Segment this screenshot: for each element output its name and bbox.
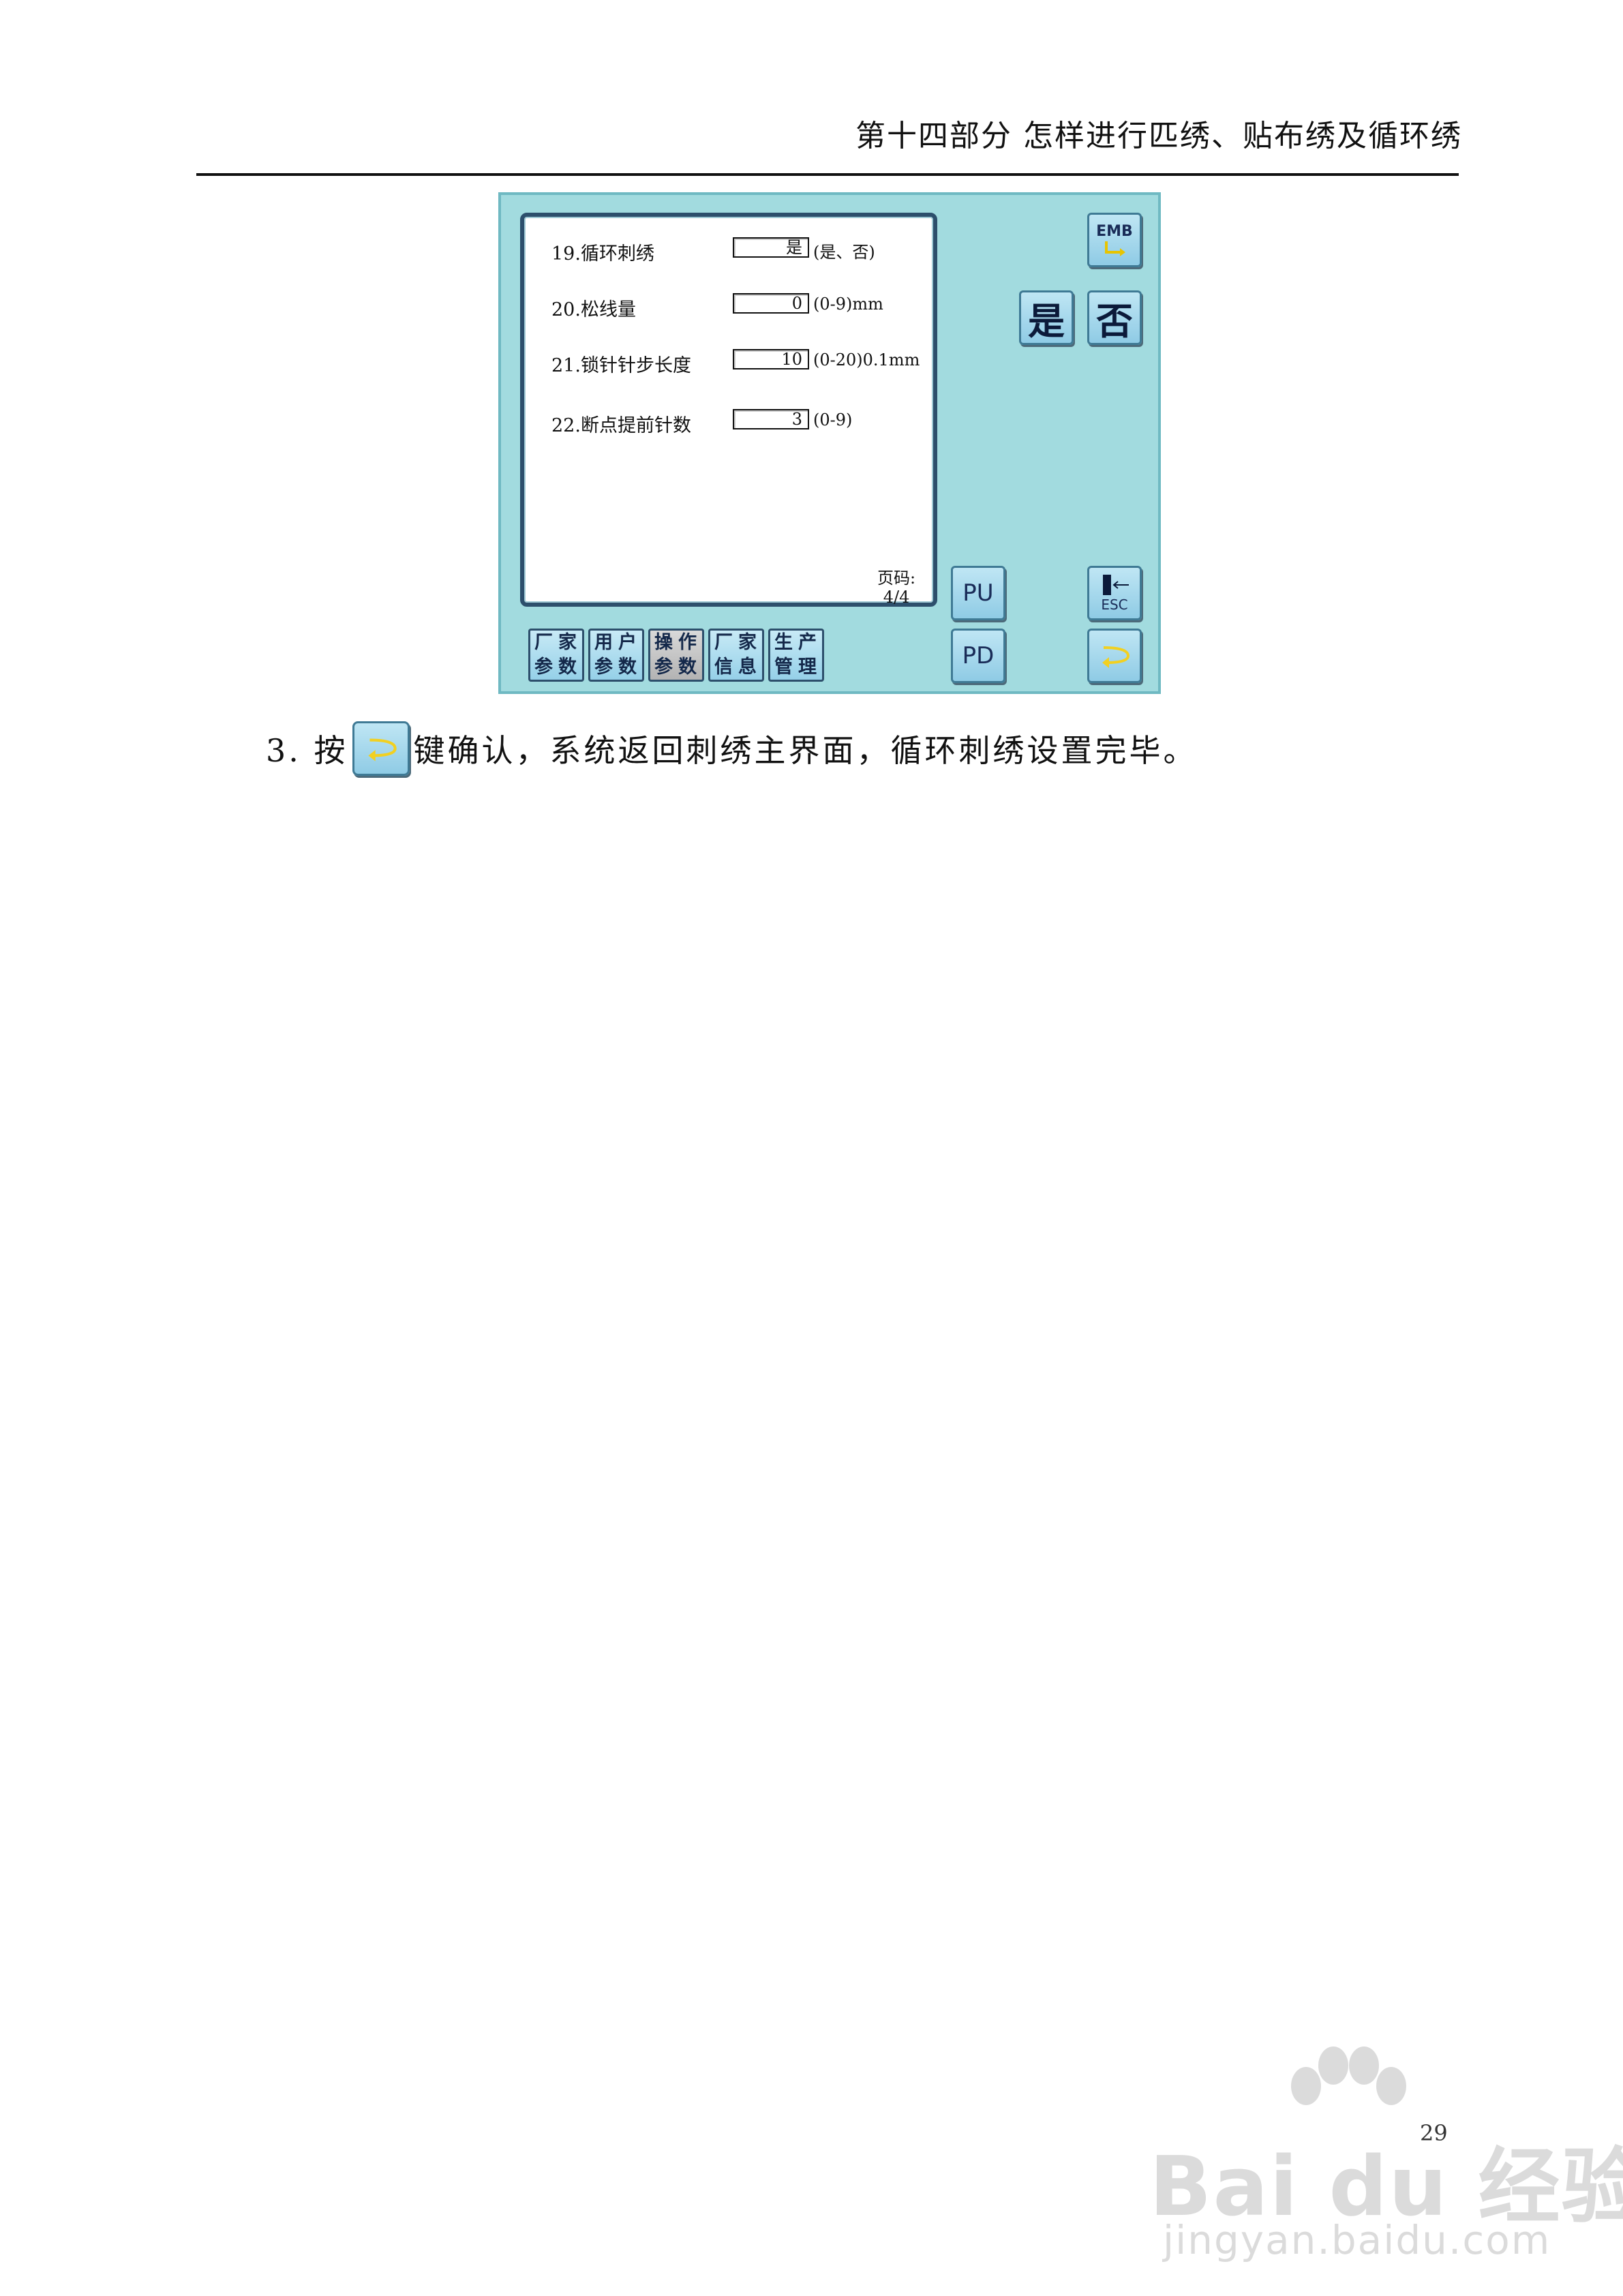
enter-arrow-icon — [367, 738, 397, 761]
tab-production-management[interactable]: 生产 管理 — [768, 629, 824, 682]
instruction-suffix: 键确认，系统返回刺绣主界面，循环刺绣设置完毕。 — [413, 732, 1198, 769]
tab-label: 厂家 — [534, 632, 582, 653]
emb-label: EMB — [1096, 222, 1133, 240]
tab-operation-params[interactable]: 操作 参数 — [648, 629, 704, 682]
esc-label: ESC — [1101, 596, 1128, 613]
tab-label: 厂家 — [714, 632, 762, 653]
exit-door-icon — [1103, 575, 1129, 595]
tab-label: 用户 — [594, 632, 642, 653]
chapter-title: 第十四部分 怎样进行匹绣、贴布绣及循环绣 — [855, 119, 1462, 153]
esc-button[interactable]: ESC — [1087, 566, 1142, 620]
param-label: 19.循环刺绣 — [551, 243, 654, 265]
param-value-field[interactable]: 0 — [733, 293, 809, 314]
param-value-field[interactable]: 是 — [733, 237, 809, 258]
param-value-field[interactable]: 10 — [733, 349, 809, 369]
param-range: (是、否) — [813, 243, 875, 262]
tab-label: 管理 — [774, 656, 822, 678]
param-range: (0-9)mm — [813, 294, 883, 314]
inline-confirm-key — [352, 721, 410, 776]
watermark-url: jingyan.baidu.com — [1163, 2217, 1551, 2263]
tab-factory-params[interactable]: 厂家 参数 — [528, 629, 584, 682]
embroidery-control-screen: 19.循环刺绣 是 (是、否) 20.松线量 0 (0-9)mm 21.锁针针步… — [498, 192, 1161, 694]
confirm-button[interactable] — [1087, 629, 1142, 683]
page-indicator: 页码: 4/4 — [877, 569, 915, 607]
instruction-prefix: 3. 按 — [266, 732, 348, 769]
param-label: 20.松线量 — [551, 299, 636, 320]
tab-user-params[interactable]: 用户 参数 — [588, 629, 644, 682]
emb-return-button[interactable]: EMB — [1087, 213, 1142, 267]
tab-factory-info[interactable]: 厂家 信息 — [708, 629, 764, 682]
tab-label: 参数 — [594, 656, 642, 678]
page-up-button[interactable]: PU — [951, 566, 1005, 620]
param-value-field[interactable]: 3 — [733, 409, 809, 429]
tab-label: 操作 — [654, 632, 702, 653]
tab-label: 生产 — [774, 632, 822, 653]
yes-button[interactable]: 是 — [1019, 290, 1074, 345]
param-range: (0-20)0.1mm — [813, 350, 920, 369]
return-arrow-icon — [1105, 241, 1125, 256]
tab-label: 信息 — [714, 656, 762, 678]
enter-arrow-icon — [1102, 646, 1130, 668]
instruction-step: 3. 按 键确认，系统返回刺绣主界面，循环刺绣设置完毕。 — [266, 721, 1198, 776]
tab-label: 参数 — [654, 656, 702, 678]
page-label: 页码: — [877, 569, 916, 588]
header-rule — [196, 173, 1459, 176]
baidu-watermark: Bai du 经验 jingyan.baidu.com — [1149, 2045, 1623, 2263]
page-value: 4/4 — [883, 588, 910, 607]
page-down-button[interactable]: PD — [951, 629, 1005, 683]
param-label: 22.断点提前针数 — [551, 415, 691, 436]
param-label: 21.锁针针步长度 — [551, 355, 691, 376]
parameter-panel: 19.循环刺绣 是 (是、否) 20.松线量 0 (0-9)mm 21.锁针针步… — [520, 213, 937, 607]
tab-label: 参数 — [534, 656, 582, 678]
param-range: (0-9) — [813, 410, 853, 429]
no-button[interactable]: 否 — [1087, 290, 1142, 345]
page-number: 29 — [1420, 2120, 1448, 2146]
